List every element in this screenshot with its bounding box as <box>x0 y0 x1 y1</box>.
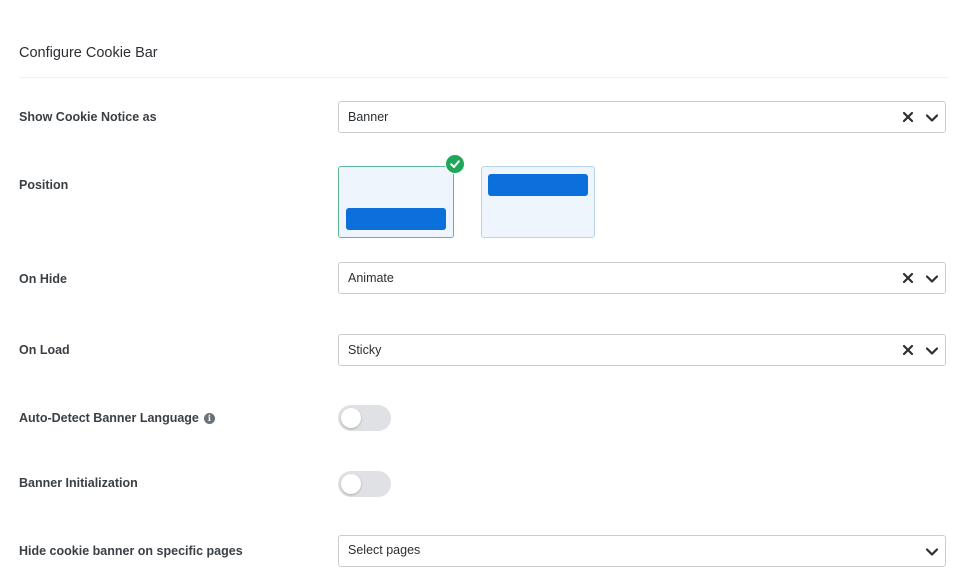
on-hide-label: On Hide <box>19 272 67 286</box>
show-notice-select[interactable]: Banner <box>338 101 946 133</box>
chevron-down-icon[interactable] <box>924 110 940 126</box>
clear-icon[interactable] <box>901 110 915 124</box>
banner-bottom-preview <box>346 208 446 230</box>
on-hide-select[interactable]: Animate <box>338 262 946 294</box>
clear-icon[interactable] <box>901 343 915 357</box>
on-load-label: On Load <box>19 343 70 357</box>
hide-pages-label-text: Hide cookie banner on specific pages <box>19 544 243 558</box>
banner-init-label: Banner Initialization <box>19 476 138 490</box>
on-load-label-text: On Load <box>19 343 70 357</box>
chevron-down-icon[interactable] <box>924 544 940 560</box>
position-label: Position <box>19 178 68 192</box>
show-notice-label-text: Show Cookie Notice as <box>19 110 157 124</box>
show-notice-value: Banner <box>348 110 389 124</box>
auto-detect-label: Auto-Detect Banner Language i <box>19 411 215 425</box>
on-hide-label-text: On Hide <box>19 272 67 286</box>
hide-pages-label: Hide cookie banner on specific pages <box>19 544 243 558</box>
on-load-value: Sticky <box>348 343 382 357</box>
chevron-down-icon[interactable] <box>924 271 940 287</box>
banner-init-toggle[interactable] <box>338 471 391 497</box>
banner-init-label-text: Banner Initialization <box>19 476 138 490</box>
hide-pages-select[interactable]: Select pages <box>338 535 946 567</box>
show-notice-label: Show Cookie Notice as <box>19 110 157 124</box>
position-option-bottom[interactable] <box>338 166 454 238</box>
hide-pages-placeholder: Select pages <box>348 543 421 557</box>
section-title: Configure Cookie Bar <box>19 45 158 61</box>
info-icon[interactable]: i <box>203 412 215 424</box>
toggle-knob <box>341 408 361 428</box>
auto-detect-label-text: Auto-Detect Banner Language <box>19 411 199 425</box>
position-label-text: Position <box>19 178 69 192</box>
check-icon <box>445 154 465 174</box>
position-option-top[interactable] <box>481 166 595 238</box>
clear-icon[interactable] <box>901 271 915 285</box>
on-load-select[interactable]: Sticky <box>338 334 946 366</box>
toggle-knob <box>341 474 361 494</box>
auto-detect-toggle[interactable] <box>338 405 391 431</box>
chevron-down-icon[interactable] <box>924 343 940 359</box>
on-hide-value: Animate <box>348 271 394 285</box>
checkmark-icon <box>450 160 460 168</box>
section-divider <box>19 77 948 78</box>
banner-top-preview <box>488 174 588 196</box>
